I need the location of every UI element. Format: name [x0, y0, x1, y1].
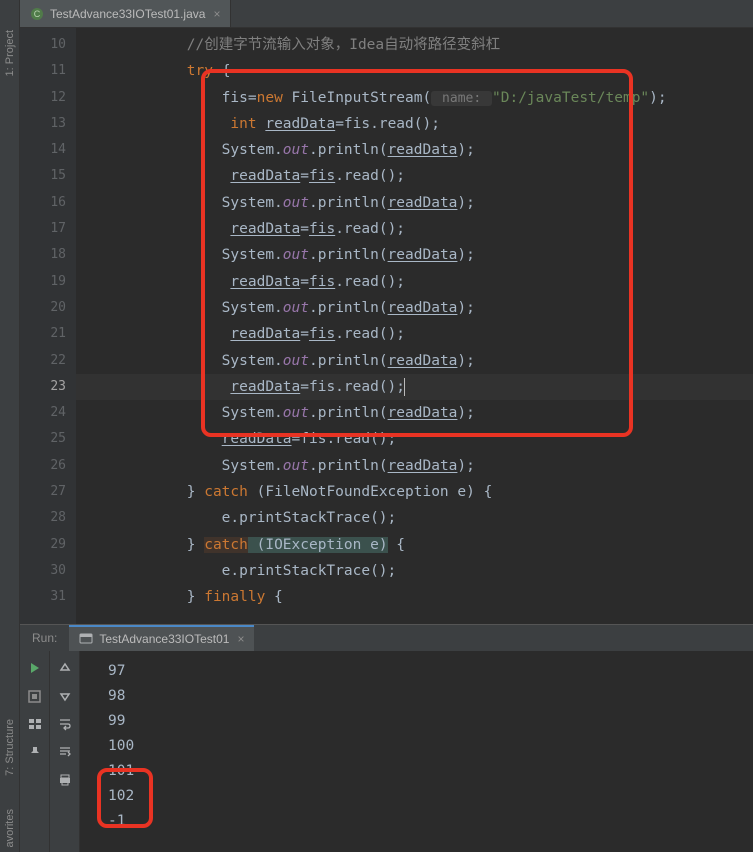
console-line: 97 [108, 659, 753, 684]
code-line: System.out.println(readData); [76, 400, 753, 426]
code-line: readData=fis.read(); [76, 374, 753, 400]
console-line: 102 [108, 784, 753, 809]
text-caret [404, 378, 405, 396]
tab-filename: TestAdvance33IOTest01.java [50, 7, 205, 21]
code-line: int readData=fis.read(); [76, 111, 753, 137]
arrow-down-icon[interactable] [56, 687, 74, 705]
code-line: try { [76, 58, 753, 84]
code-line: readData=fis.read(); [76, 216, 753, 242]
line-number: 13 [20, 111, 66, 137]
left-tool-sidebar: 1: Project 7: Structure avorites [0, 0, 20, 852]
run-config-icon [79, 632, 93, 646]
code-line: //创建字节流输入对象，Idea自动将路径变斜杠 [76, 32, 753, 58]
sidebar-favorites-tab[interactable]: avorites [4, 809, 16, 848]
line-number: 27 [20, 479, 66, 505]
run-tab-name: TestAdvance33IOTest01 [99, 632, 229, 646]
code-line: e.printStackTrace(); [76, 505, 753, 531]
code-line: readData=fis.read(); [76, 426, 753, 452]
code-line: fis=new FileInputStream( name: "D:/javaT… [76, 85, 753, 111]
console-line: 100 [108, 734, 753, 759]
line-number: 14 [20, 137, 66, 163]
sidebar-structure-tab[interactable]: 7: Structure [4, 719, 16, 776]
line-number: 21 [20, 321, 66, 347]
console-line: -1 [108, 809, 753, 834]
code-line: System.out.println(readData); [76, 453, 753, 479]
line-number: 18 [20, 242, 66, 268]
run-panel-label: Run: [20, 631, 69, 645]
console-line: 99 [108, 709, 753, 734]
line-number: 16 [20, 190, 66, 216]
code-line: System.out.println(readData); [76, 190, 753, 216]
line-number: 28 [20, 505, 66, 531]
run-tab[interactable]: TestAdvance33IOTest01 × [69, 625, 254, 651]
pin-icon[interactable] [26, 743, 44, 761]
run-toolbar-left [20, 651, 50, 852]
code-line: } finally { [76, 584, 753, 610]
line-number: 29 [20, 532, 66, 558]
code-line: readData=fis.read(); [76, 163, 753, 189]
line-number: 30 [20, 558, 66, 584]
code-line: System.out.println(readData); [76, 242, 753, 268]
scroll-to-end-icon[interactable] [56, 743, 74, 761]
code-line: readData=fis.read(); [76, 269, 753, 295]
line-number: 26 [20, 453, 66, 479]
layout-icon[interactable] [26, 715, 44, 733]
java-class-icon: C [30, 7, 44, 21]
line-number: 25 [20, 426, 66, 452]
sidebar-project-tab[interactable]: 1: Project [4, 30, 16, 76]
line-number: 11 [20, 58, 66, 84]
line-number: 31 [20, 584, 66, 610]
code-line: } catch (FileNotFoundException e) { [76, 479, 753, 505]
line-number: 10 [20, 32, 66, 58]
line-gutter: 10 11 12 13 14 15 16 17 18 19 20 21 22 2… [20, 28, 76, 624]
close-icon[interactable]: × [237, 632, 244, 646]
line-number: 19 [20, 269, 66, 295]
code-line: System.out.println(readData); [76, 137, 753, 163]
console-line: 101 [108, 759, 753, 784]
soft-wrap-icon[interactable] [56, 715, 74, 733]
editor-tab[interactable]: C TestAdvance33IOTest01.java × [20, 0, 231, 27]
run-body: 97 98 99 100 101 102 -1 [20, 651, 753, 852]
code-line: e.printStackTrace(); [76, 558, 753, 584]
line-number: 24 [20, 400, 66, 426]
run-toolbar-console [50, 651, 80, 852]
line-number: 12 [20, 85, 66, 111]
line-number: 17 [20, 216, 66, 242]
code-line: System.out.println(readData); [76, 348, 753, 374]
line-number: 20 [20, 295, 66, 321]
line-number: 15 [20, 163, 66, 189]
console-output[interactable]: 97 98 99 100 101 102 -1 [80, 651, 753, 852]
close-icon[interactable]: × [213, 7, 220, 21]
editor-tab-bar: C TestAdvance33IOTest01.java × [20, 0, 753, 28]
rerun-icon[interactable] [26, 659, 44, 677]
console-line: 98 [108, 684, 753, 709]
run-panel: Run: TestAdvance33IOTest01 × [20, 624, 753, 852]
code-line: System.out.println(readData); [76, 295, 753, 321]
stop-icon[interactable] [26, 687, 44, 705]
run-header: Run: TestAdvance33IOTest01 × [20, 625, 753, 651]
main-area: C TestAdvance33IOTest01.java × 10 11 12 … [20, 0, 753, 852]
svg-text:C: C [34, 9, 41, 19]
line-number: 23 [20, 374, 66, 400]
code-line: readData=fis.read(); [76, 321, 753, 347]
arrow-up-icon[interactable] [56, 659, 74, 677]
print-icon[interactable] [56, 771, 74, 789]
code-editor[interactable]: 10 11 12 13 14 15 16 17 18 19 20 21 22 2… [20, 28, 753, 624]
code-line: } catch (IOException e) { [76, 532, 753, 558]
line-number: 22 [20, 348, 66, 374]
code-content[interactable]: //创建字节流输入对象，Idea自动将路径变斜杠 try { fis=new F… [76, 28, 753, 624]
